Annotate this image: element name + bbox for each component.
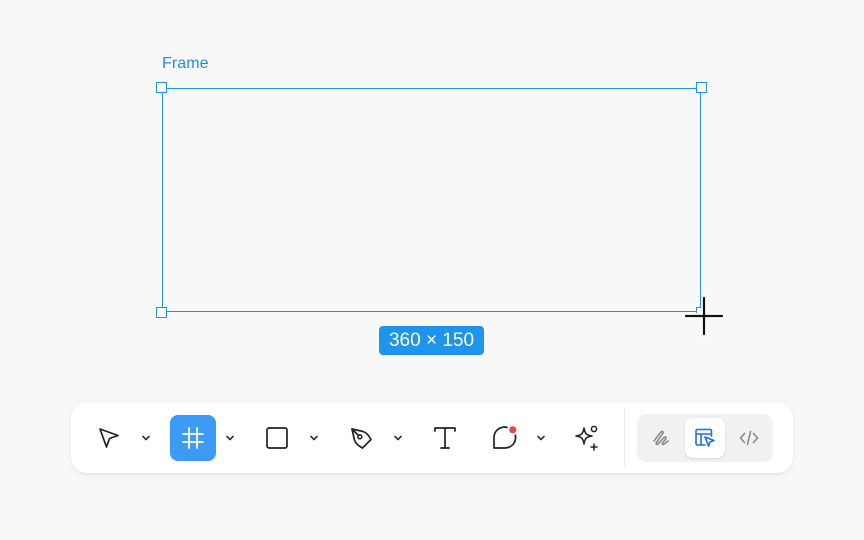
sparkle-ai-icon: [575, 425, 598, 451]
resize-handle-bottom-left[interactable]: [156, 307, 167, 318]
comment-tool-button[interactable]: [482, 415, 528, 461]
scribble-draw-icon: [653, 430, 669, 446]
resize-handle-top-right[interactable]: [696, 82, 707, 93]
shape-tool-button[interactable]: [254, 415, 300, 461]
comment-bubble-icon: [493, 426, 517, 449]
bottom-toolbar: [71, 402, 793, 473]
pointer-arrow-icon: [99, 428, 119, 448]
draw-mode-button[interactable]: [641, 418, 681, 458]
toolbar-divider: [624, 408, 625, 467]
move-tool-button[interactable]: [86, 415, 132, 461]
chevron-down-icon: [310, 435, 318, 441]
design-mode-button[interactable]: [685, 418, 725, 458]
frame-tool-menu-button[interactable]: [222, 430, 238, 446]
move-tool-menu-button[interactable]: [138, 430, 154, 446]
chevron-down-icon: [394, 435, 402, 441]
frame-hash-icon: [182, 427, 204, 449]
pen-tool-button[interactable]: [338, 415, 384, 461]
comment-tool-menu-button[interactable]: [533, 430, 549, 446]
chevron-down-icon: [142, 435, 150, 441]
frame-size-badge: 360 × 150: [379, 326, 484, 355]
chevron-down-icon: [537, 435, 545, 441]
mode-switcher: [637, 414, 773, 462]
resize-handle-top-left[interactable]: [156, 82, 167, 93]
pen-nib-icon: [351, 428, 372, 449]
dev-mode-button[interactable]: [729, 418, 769, 458]
design-cursor-icon: [695, 428, 715, 447]
ai-tool-button[interactable]: [564, 415, 610, 461]
frame-name-label[interactable]: Frame: [162, 55, 209, 73]
shape-tool-menu-button[interactable]: [306, 430, 322, 446]
pen-tool-menu-button[interactable]: [390, 430, 406, 446]
rectangle-icon: [266, 427, 288, 449]
chevron-down-icon: [226, 435, 234, 441]
text-t-icon: [434, 427, 456, 449]
frame-tool-button[interactable]: [170, 415, 216, 461]
text-tool-button[interactable]: [422, 415, 468, 461]
frame-selection-box[interactable]: [162, 88, 701, 312]
code-brackets-icon: [739, 430, 759, 446]
crosshair-cursor-icon: [682, 294, 726, 338]
